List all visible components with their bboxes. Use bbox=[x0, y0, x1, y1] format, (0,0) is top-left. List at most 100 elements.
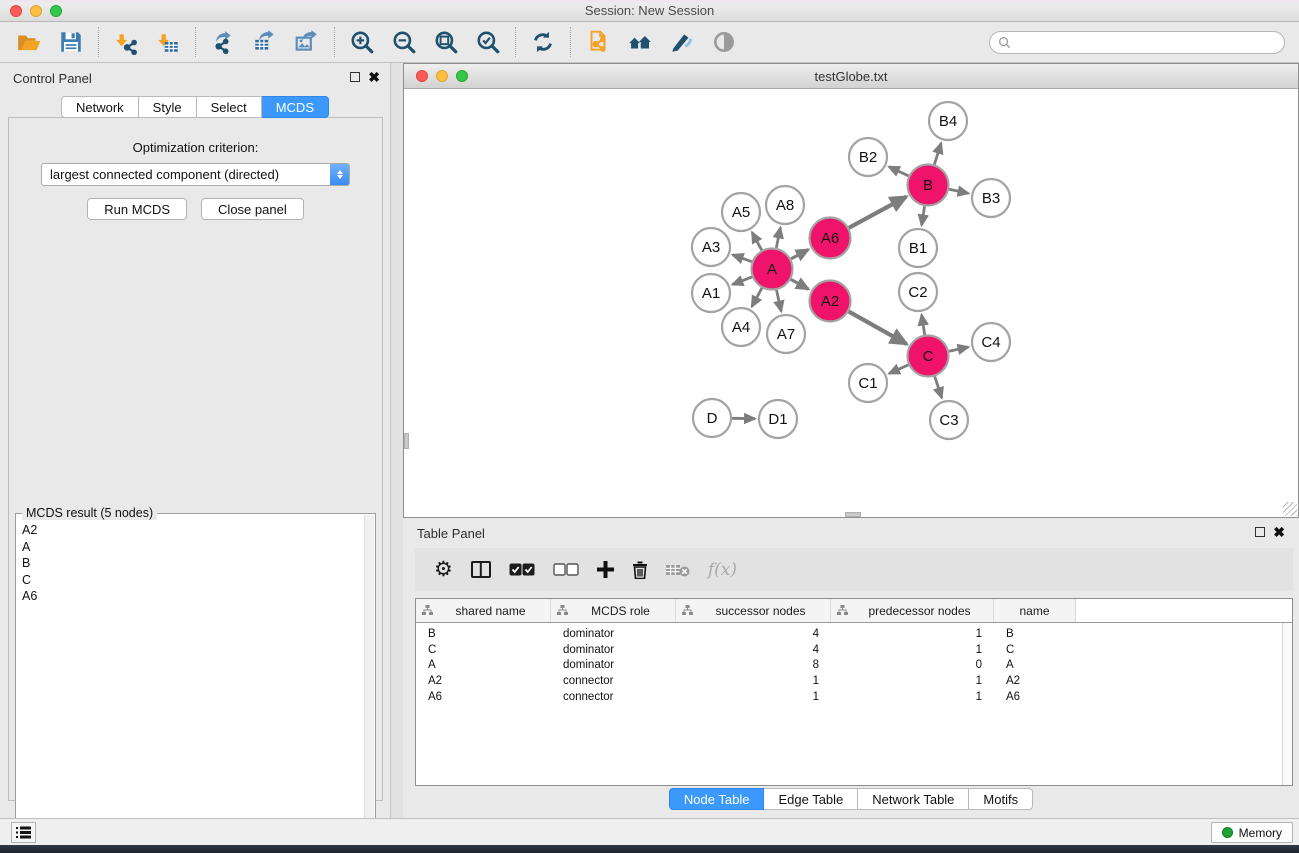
cell-name[interactable]: C bbox=[994, 644, 1076, 656]
tab-node-table[interactable]: Node Table bbox=[669, 788, 765, 810]
open-file-icon[interactable] bbox=[12, 26, 46, 58]
network-window-titlebar[interactable]: testGlobe.txt bbox=[404, 64, 1298, 89]
canvas-vscroll-thumb[interactable] bbox=[404, 433, 409, 449]
tab-network[interactable]: Network bbox=[61, 96, 139, 118]
table-float-panel-icon[interactable] bbox=[1255, 527, 1265, 537]
edge-A2-C[interactable] bbox=[849, 312, 907, 345]
cell-shared-name[interactable]: A2 bbox=[416, 675, 551, 687]
table-row[interactable]: A6connector11A6 bbox=[416, 689, 1292, 705]
window-resize-grip[interactable] bbox=[1283, 502, 1297, 516]
result-item[interactable]: C bbox=[22, 572, 363, 589]
edge-A-A8[interactable] bbox=[776, 228, 780, 248]
delete-table-icon[interactable] bbox=[666, 563, 690, 577]
deselect-all-icon[interactable] bbox=[553, 563, 579, 576]
column-header-shared-name[interactable]: shared name bbox=[416, 599, 551, 622]
node-D[interactable]: D bbox=[693, 399, 731, 437]
select-all-icon[interactable] bbox=[509, 563, 535, 576]
node-C2[interactable]: C2 bbox=[899, 273, 937, 311]
table-scrollbar[interactable] bbox=[1282, 623, 1292, 785]
node-A7[interactable]: A7 bbox=[767, 315, 805, 353]
edge-B-B3[interactable] bbox=[949, 189, 968, 193]
add-column-icon[interactable] bbox=[597, 561, 614, 578]
node-B4[interactable]: B4 bbox=[929, 102, 967, 140]
edge-A-A2[interactable] bbox=[791, 279, 809, 289]
import-table-icon[interactable] bbox=[151, 26, 185, 58]
criterion-dropdown[interactable]: largest connected component (directed) bbox=[41, 163, 350, 186]
export-network-icon[interactable] bbox=[206, 26, 240, 58]
table-close-panel-icon[interactable]: ✖ bbox=[1273, 527, 1285, 537]
network-from-selection-icon[interactable] bbox=[581, 26, 615, 58]
column-header-name[interactable]: name bbox=[994, 599, 1076, 622]
cell-predecessor-nodes[interactable]: 1 bbox=[831, 691, 994, 703]
cell-name[interactable]: A2 bbox=[994, 675, 1076, 687]
edge-A-A3[interactable] bbox=[733, 255, 752, 262]
cell-successor-nodes[interactable]: 1 bbox=[676, 691, 831, 703]
cell-predecessor-nodes[interactable]: 0 bbox=[831, 659, 994, 671]
close-panel-button[interactable]: Close panel bbox=[201, 198, 304, 220]
cell-name[interactable]: A bbox=[994, 659, 1076, 671]
run-mcds-button[interactable]: Run MCDS bbox=[87, 198, 187, 220]
cell-shared-name[interactable]: B bbox=[416, 628, 551, 640]
cell-MCDS-role[interactable]: dominator bbox=[551, 628, 676, 640]
export-table-icon[interactable] bbox=[248, 26, 282, 58]
node-B2[interactable]: B2 bbox=[849, 138, 887, 176]
edge-A-A1[interactable] bbox=[732, 277, 752, 285]
edge-A-A7[interactable] bbox=[777, 290, 782, 312]
edge-B-B1[interactable] bbox=[922, 206, 925, 225]
node-A[interactable]: A bbox=[752, 249, 793, 290]
node-A3[interactable]: A3 bbox=[692, 228, 730, 266]
edge-C-C2[interactable] bbox=[922, 315, 925, 335]
close-panel-icon[interactable]: ✖ bbox=[368, 72, 380, 82]
cell-MCDS-role[interactable]: connector bbox=[551, 691, 676, 703]
cell-name[interactable]: A6 bbox=[994, 691, 1076, 703]
network-graph[interactable]: B4 B2 B B3 B1 A5 A8 A6 A3 A A1 A2 C2 A4 … bbox=[404, 89, 1298, 517]
result-item[interactable]: A2 bbox=[22, 522, 363, 539]
result-item[interactable]: A bbox=[22, 539, 363, 556]
node-A8[interactable]: A8 bbox=[766, 186, 804, 224]
cell-MCDS-role[interactable]: dominator bbox=[551, 659, 676, 671]
cell-predecessor-nodes[interactable]: 1 bbox=[831, 644, 994, 656]
cell-shared-name[interactable]: C bbox=[416, 644, 551, 656]
node-A5[interactable]: A5 bbox=[722, 193, 760, 231]
zoom-fit-icon[interactable] bbox=[429, 26, 463, 58]
edge-C-C3[interactable] bbox=[935, 376, 942, 398]
node-A4[interactable]: A4 bbox=[722, 308, 760, 346]
table-row[interactable]: Cdominator41C bbox=[416, 642, 1292, 658]
node-A1[interactable]: A1 bbox=[692, 274, 730, 312]
split-columns-icon[interactable] bbox=[471, 561, 491, 578]
save-session-icon[interactable] bbox=[54, 26, 88, 58]
edge-B-B2[interactable] bbox=[889, 167, 909, 176]
cell-MCDS-role[interactable]: dominator bbox=[551, 644, 676, 656]
table-row[interactable]: Bdominator41B bbox=[416, 626, 1292, 642]
tab-mcds[interactable]: MCDS bbox=[262, 96, 329, 118]
cell-successor-nodes[interactable]: 8 bbox=[676, 659, 831, 671]
task-history-button[interactable] bbox=[11, 822, 36, 843]
cell-predecessor-nodes[interactable]: 1 bbox=[831, 628, 994, 640]
edge-C-C1[interactable] bbox=[889, 365, 908, 374]
delete-icon[interactable] bbox=[632, 561, 648, 579]
memory-button[interactable]: Memory bbox=[1211, 822, 1293, 843]
search-input[interactable] bbox=[989, 31, 1285, 54]
cell-shared-name[interactable]: A6 bbox=[416, 691, 551, 703]
mcds-result-list[interactable]: A2ABCA6 bbox=[18, 522, 363, 853]
gear-icon[interactable]: ⚙ bbox=[434, 560, 453, 580]
tab-select[interactable]: Select bbox=[197, 96, 262, 118]
node-A2[interactable]: A2 bbox=[810, 281, 851, 322]
node-B1[interactable]: B1 bbox=[899, 229, 937, 267]
zoom-in-icon[interactable] bbox=[345, 26, 379, 58]
zoom-selected-icon[interactable] bbox=[471, 26, 505, 58]
node-C3[interactable]: C3 bbox=[930, 401, 968, 439]
cell-MCDS-role[interactable]: connector bbox=[551, 675, 676, 687]
cell-predecessor-nodes[interactable]: 1 bbox=[831, 675, 994, 687]
node-A6[interactable]: A6 bbox=[810, 218, 851, 259]
result-item[interactable]: B bbox=[22, 555, 363, 572]
edge-A-A5[interactable] bbox=[752, 232, 762, 250]
edge-A6-B[interactable] bbox=[849, 197, 907, 228]
import-network-icon[interactable] bbox=[109, 26, 143, 58]
column-header-MCDS-role[interactable]: MCDS role bbox=[551, 599, 676, 622]
node-B3[interactable]: B3 bbox=[972, 179, 1010, 217]
network-canvas[interactable]: B4 B2 B B3 B1 A5 A8 A6 A3 A A1 A2 C2 A4 … bbox=[404, 89, 1298, 517]
tab-style[interactable]: Style bbox=[139, 96, 197, 118]
show-hidden-icon[interactable] bbox=[707, 26, 741, 58]
refresh-layout-icon[interactable] bbox=[526, 26, 560, 58]
